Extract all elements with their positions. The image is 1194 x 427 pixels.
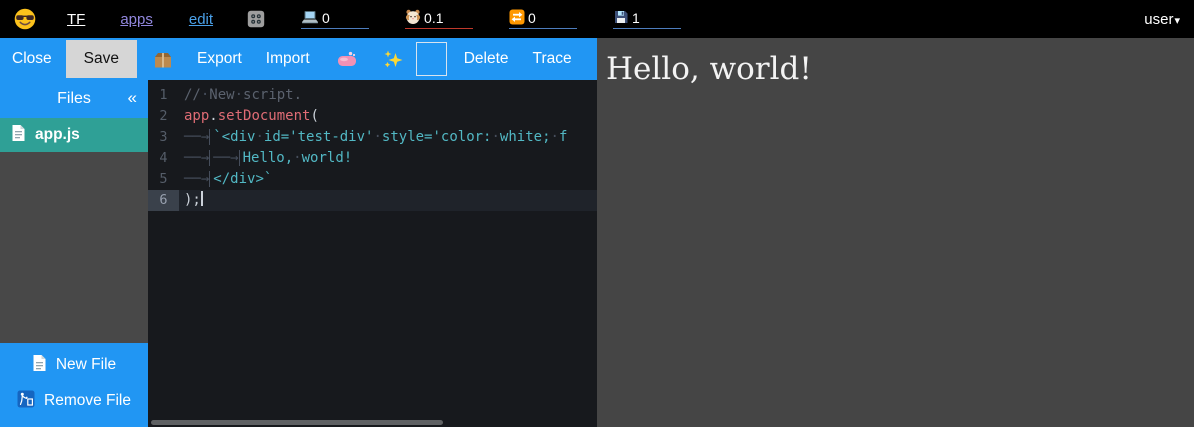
new-file-icon — [32, 354, 47, 377]
user-label: user — [1144, 11, 1173, 28]
preview-pane: Hello, world! — [597, 38, 1194, 427]
code-segment-tab: ──→ — [213, 150, 239, 166]
laptop-icon — [301, 10, 319, 25]
sidebar-filler — [0, 152, 148, 343]
code-segment-ws: · — [491, 129, 499, 145]
stat-floppy[interactable]: 1 — [613, 9, 681, 29]
line-number: 2 — [148, 106, 179, 127]
code-segment-punct: . — [209, 108, 217, 124]
files-sidebar: Files « app.js — [0, 80, 148, 427]
preview-text: Hello, world! — [606, 52, 1184, 88]
code-segment-string: id='test-div' — [264, 129, 374, 145]
empty-slot-button[interactable] — [416, 42, 447, 76]
floppy-disk-icon — [613, 9, 629, 25]
delete-button[interactable]: Delete — [452, 38, 521, 80]
code-segment-punct: ( — [310, 108, 318, 124]
code-segment-comment: // — [184, 87, 201, 103]
new-file-button[interactable]: New File — [0, 350, 148, 380]
import-button[interactable]: Import — [254, 38, 322, 80]
code-segment-ident: app — [184, 108, 209, 124]
code-line: 4──→──→Hello,·world! — [148, 148, 597, 169]
remove-file-button[interactable]: Remove File — [0, 386, 148, 416]
code-segment-string: world! — [302, 150, 353, 166]
code-segment-punct: ); — [184, 192, 201, 208]
code-line: 5──→</div>` — [148, 169, 597, 190]
topbar: TF apps edit 0 — [0, 0, 1194, 38]
stat-repeat[interactable]: 0 — [509, 9, 577, 29]
code-line-content: //·New·script. — [179, 85, 597, 106]
edit-link[interactable]: edit — [189, 11, 213, 28]
user-menu[interactable]: user ▾ — [1144, 11, 1180, 28]
close-button[interactable]: Close — [0, 38, 64, 80]
code-segment-ws: · — [255, 129, 263, 145]
code-segment-tab: ──→ — [184, 150, 210, 166]
remove-file-label: Remove File — [44, 392, 131, 410]
code-segment-comment: script. — [243, 87, 302, 103]
line-number: 5 — [148, 169, 179, 190]
code-line: 2app.setDocument( — [148, 106, 597, 127]
code-segment-string: </div>` — [213, 171, 272, 187]
files-title: Files — [57, 90, 91, 108]
text-cursor — [201, 191, 203, 206]
save-button[interactable]: Save — [66, 40, 137, 78]
line-number: 3 — [148, 127, 179, 148]
code-line-content: ); — [179, 190, 597, 211]
files-header: Files « — [0, 80, 148, 118]
repeat-icon — [509, 9, 525, 25]
file-row[interactable]: app.js — [0, 118, 148, 152]
toolbar: Close Save Export Import — [0, 38, 597, 80]
code-segment-comment: New — [209, 87, 234, 103]
code-line-content: ──→──→Hello,·world! — [179, 148, 597, 169]
code-line: 1//·New·script. — [148, 85, 597, 106]
new-file-label: New File — [56, 356, 116, 374]
code-line-content: ──→</div>` — [179, 169, 597, 190]
apps-link[interactable]: apps — [120, 11, 153, 28]
export-button[interactable]: Export — [185, 38, 254, 80]
line-number: 6 — [148, 190, 179, 211]
file-list: app.js — [0, 118, 148, 152]
hamster-icon — [405, 9, 421, 25]
trace-button[interactable]: Trace — [521, 38, 584, 80]
code-segment-tab: ──→ — [184, 171, 210, 187]
stat-hamster[interactable]: 0.1 — [405, 9, 473, 29]
line-number: 1 — [148, 85, 179, 106]
soap-icon[interactable] — [337, 51, 357, 67]
collapse-sidebar-icon[interactable]: « — [128, 88, 137, 108]
line-number: 4 — [148, 148, 179, 169]
code-lines: 1//·New·script.2app.setDocument(3──→`<di… — [148, 85, 597, 211]
sunglasses-emoji-icon[interactable] — [14, 8, 36, 30]
code-segment-ws: · — [373, 129, 381, 145]
file-name: app.js — [35, 126, 80, 144]
code-segment-tab: ──→ — [184, 129, 210, 145]
horizontal-scrollbar-thumb[interactable] — [151, 420, 443, 425]
code-segment-string: white; — [500, 129, 551, 145]
app-grid-icon[interactable] — [247, 10, 265, 28]
code-line-content: ──→`<div·id='test-div'·style='color:·whi… — [179, 127, 597, 148]
code-segment-ws: · — [293, 150, 301, 166]
sidebar-footer: New File Remove File — [0, 343, 148, 427]
remove-file-icon — [17, 390, 35, 413]
code-segment-ws: · — [235, 87, 243, 103]
code-editor[interactable]: 1//·New·script.2app.setDocument(3──→`<di… — [148, 80, 597, 427]
file-icon — [11, 124, 26, 147]
code-segment-ident: setDocument — [218, 108, 311, 124]
code-segment-string: `<div — [213, 129, 255, 145]
code-line: 6); — [148, 190, 597, 211]
code-line: 3──→`<div·id='test-div'·style='color:·wh… — [148, 127, 597, 148]
code-segment-string: f — [559, 129, 567, 145]
brand-link[interactable]: TF — [67, 11, 85, 28]
package-icon[interactable] — [153, 50, 173, 69]
code-segment-ws: · — [551, 129, 559, 145]
stat-laptop[interactable]: 0 — [301, 10, 369, 29]
chevron-down-icon: ▾ — [1174, 14, 1180, 27]
code-line-content: app.setDocument( — [179, 106, 597, 127]
code-segment-string: Hello, — [243, 150, 294, 166]
sparkles-icon[interactable] — [383, 49, 403, 69]
code-segment-string: style='color: — [382, 129, 492, 145]
